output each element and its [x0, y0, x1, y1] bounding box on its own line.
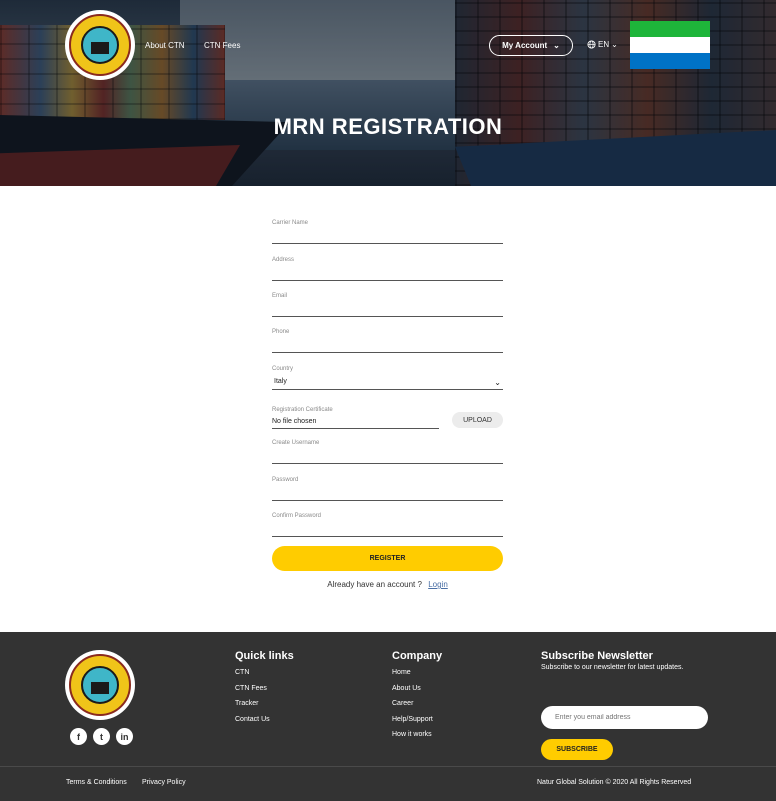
password-label: Password: [272, 477, 299, 483]
username-label: Create Username: [272, 440, 320, 446]
phone-label: Phone: [272, 329, 290, 335]
newsletter-title: Subscribe Newsletter: [541, 650, 653, 662]
carrier-name-label: Carrier Name: [272, 220, 309, 226]
hero-banner: About CTN CTN Fees My Account ⌄ EN ⌄ MRN…: [0, 0, 776, 186]
nav-ctn-fees[interactable]: CTN Fees: [204, 41, 240, 50]
logo-ring: [69, 14, 131, 76]
page: About CTN CTN Fees My Account ⌄ EN ⌄ MRN…: [0, 0, 776, 801]
quick-link-tracker[interactable]: Tracker: [235, 696, 294, 712]
upload-button[interactable]: UPLOAD: [452, 412, 503, 428]
chevron-down-icon: ⌄: [611, 40, 618, 49]
phone-field[interactable]: Phone: [272, 329, 503, 353]
certificate-upload-row: Registration Certificate No file chosen …: [272, 407, 503, 429]
chevron-down-icon: ⌄: [494, 378, 501, 387]
company-title: Company: [392, 650, 443, 662]
privacy-link[interactable]: Privacy Policy: [142, 779, 186, 786]
carrier-name-field[interactable]: Carrier Name: [272, 220, 503, 244]
quick-links-column: Quick links CTN CTN Fees Tracker Contact…: [235, 650, 294, 727]
company-column: Company Home About Us Career Help/Suppor…: [392, 650, 442, 743]
language-selector[interactable]: EN ⌄: [587, 40, 618, 49]
confirm-password-label: Confirm Password: [272, 513, 322, 519]
footer: f t in Quick links CTN CTN Fees Tracker …: [0, 632, 776, 801]
flag-stripe-white: [630, 37, 710, 53]
address-label: Address: [272, 257, 295, 263]
company-link-about[interactable]: About Us: [392, 681, 442, 697]
country-value: Italy: [274, 378, 287, 385]
certificate-file-value[interactable]: No file chosen: [272, 418, 439, 429]
quick-link-ctn-fees[interactable]: CTN Fees: [235, 681, 294, 697]
company-link-help[interactable]: Help/Support: [392, 712, 442, 728]
quick-link-contact[interactable]: Contact Us: [235, 712, 294, 728]
quick-link-ctn[interactable]: CTN: [235, 665, 294, 681]
my-account-button[interactable]: My Account ⌄: [489, 35, 573, 56]
newsletter-subtitle: Subscribe to our newsletter for latest u…: [541, 664, 684, 671]
quick-links-title: Quick links: [235, 650, 294, 662]
copyright-text: Natur Global Solution © 2020 All Rights …: [537, 779, 692, 786]
login-prompt: Already have an account ? Login: [272, 580, 503, 589]
email-label: Email: [272, 293, 288, 299]
country-label: Country: [272, 366, 294, 372]
newsletter-email-input[interactable]: [541, 706, 708, 729]
flag-stripe-green: [630, 21, 710, 37]
confirm-password-field[interactable]: Confirm Password: [272, 513, 503, 537]
footer-logo-emblem: [81, 666, 119, 704]
company-link-how-it-works[interactable]: How it works: [392, 727, 442, 743]
twitter-icon[interactable]: t: [93, 728, 110, 745]
flag-stripe-blue: [630, 53, 710, 69]
page-title: MRN REGISTRATION: [273, 114, 503, 139]
footer-divider: [0, 766, 776, 767]
register-button[interactable]: REGISTER: [272, 546, 503, 571]
login-prompt-text: Already have an account ?: [327, 580, 422, 589]
facebook-icon[interactable]: f: [70, 728, 87, 745]
footer-logo-ring: [69, 654, 131, 716]
footer-logo[interactable]: [65, 650, 135, 720]
company-link-career[interactable]: Career: [392, 696, 442, 712]
my-account-label: My Account: [502, 41, 548, 50]
subscribe-button[interactable]: SUBSCRIBE: [541, 739, 613, 760]
login-link[interactable]: Login: [428, 580, 448, 589]
newsletter-section: Subscribe Newsletter Subscribe to our ne…: [541, 650, 708, 760]
globe-icon: [587, 40, 596, 49]
company-link-home[interactable]: Home: [392, 665, 442, 681]
email-field[interactable]: Email: [272, 293, 503, 317]
chevron-down-icon: ⌄: [553, 41, 560, 50]
certificate-label: Registration Certificate: [272, 407, 333, 413]
username-field[interactable]: Create Username: [272, 440, 503, 464]
logo[interactable]: [65, 10, 135, 80]
social-links: f t in: [70, 728, 133, 745]
language-label: EN: [598, 40, 610, 49]
country-select[interactable]: Country Italy ⌄: [272, 366, 503, 390]
terms-link[interactable]: Terms & Conditions: [66, 779, 127, 786]
linkedin-icon[interactable]: in: [116, 728, 133, 745]
sierra-leone-flag: [630, 21, 710, 69]
logo-emblem: [81, 26, 119, 64]
password-field[interactable]: Password: [272, 477, 503, 501]
address-field[interactable]: Address: [272, 257, 503, 281]
nav-about-ctn[interactable]: About CTN: [145, 41, 185, 50]
